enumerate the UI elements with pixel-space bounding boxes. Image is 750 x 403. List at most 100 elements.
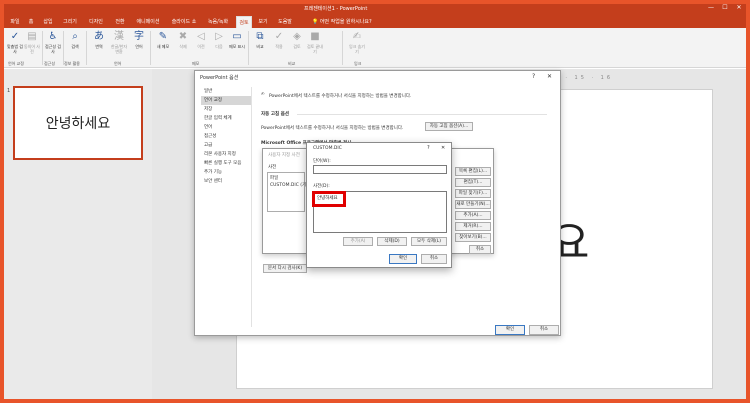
end-review-icon: ■ [310, 31, 320, 42]
nav-proofing[interactable]: 언어 교정 [201, 96, 251, 105]
nav-general[interactable]: 일반 [201, 87, 251, 96]
tab-design[interactable]: 디자인 [84, 16, 108, 28]
slide-thumbnail-pane: 1 안녕하세요 [4, 69, 152, 399]
delete-icon: ✖ [178, 31, 188, 42]
nav-trust-center[interactable]: 보안 센터 [201, 177, 251, 186]
nav-language[interactable]: 언어 [201, 123, 251, 132]
tab-record[interactable]: 녹음/녹화 [204, 16, 232, 28]
next-label: 다음 [215, 44, 223, 49]
list-item[interactable]: 파일 [270, 175, 278, 181]
maximize-button[interactable]: ☐ [718, 4, 732, 12]
close-button[interactable]: ✕ [732, 4, 746, 12]
reviewing-label: 검토 [293, 44, 301, 49]
tab-home[interactable]: 홈 [25, 16, 37, 28]
options-cancel-button[interactable]: 취소 [529, 325, 559, 335]
close-dialog-button[interactable]: ✕ [441, 145, 445, 151]
help-button[interactable]: ? [532, 73, 535, 80]
tab-review[interactable]: 검토 [236, 16, 252, 28]
dic-ok-button[interactable]: 확인 [389, 254, 417, 264]
dictionary-list[interactable]: 파일 CUSTOM.DIC (기본값) [267, 172, 316, 212]
slide-thumbnail[interactable]: 안녕하세요 [13, 86, 143, 160]
translate-icon: あ [94, 31, 104, 42]
recheck-document-button[interactable]: 문서 다시 검사(K) [263, 264, 307, 273]
tab-draw[interactable]: 그리기 [60, 16, 80, 28]
accept-label: 적용 [275, 44, 283, 49]
edit-word-list-button[interactable]: 목록 편집(L)... [455, 167, 491, 176]
browse-button[interactable]: 찾아보기(B)... [455, 233, 491, 242]
nav-advanced[interactable]: 고급 [201, 141, 251, 150]
compare-button[interactable]: ⧉ 비교 [251, 31, 269, 59]
minimize-button[interactable]: — [704, 4, 718, 12]
reviewing-pane-button[interactable]: ◈ 검토 [288, 31, 306, 59]
autocorrect-description: PowerPoint에서 텍스트를 수정하거나 서식을 지정하는 방법을 변경합… [261, 126, 404, 131]
ribbon-tabs: 파일 홈 삽입 그리기 디자인 전환 애니메이션 슬라이드 쇼 녹음/녹화 검토… [4, 12, 746, 28]
tab-slideshow[interactable]: 슬라이드 쇼 [168, 16, 200, 28]
spelling-label: 맞춤법 검사 [7, 44, 23, 54]
previous-label: 이전 [197, 44, 205, 49]
hide-ink-label: 잉크 숨기기 [349, 44, 365, 54]
tab-view[interactable]: 보기 [256, 16, 270, 28]
add-dictionary-button[interactable]: 추가(A)... [455, 211, 491, 220]
nav-quick-access[interactable]: 빠른 실행 도구 모음 [201, 159, 251, 168]
lightbulb-icon: 💡 [312, 19, 320, 25]
nav-korean-input[interactable]: 한글 입력 체계 [201, 114, 251, 123]
slide-number: 1 [7, 88, 11, 94]
accessibility-button[interactable]: ♿ 접근성 검사 [44, 31, 62, 59]
remove-dictionary-button[interactable]: 제거(R)... [455, 222, 491, 231]
custom-dict-cancel-button[interactable]: 취소 [469, 245, 491, 254]
hangul-hanja-button[interactable]: 漢 한글/한자 변환 [110, 31, 128, 59]
autocorrect-options-button[interactable]: 자동 고침 옵션(A)... [425, 122, 473, 131]
find-file-button[interactable]: 파일 찾기(F)... [455, 189, 491, 198]
language-icon: 字 [134, 31, 144, 42]
new-comment-button[interactable]: ✎ 새 메모 [154, 31, 172, 59]
nav-save[interactable]: 저장 [201, 105, 251, 114]
end-review-button[interactable]: ■ 검토 끝내기 [306, 31, 324, 59]
group-separator [63, 31, 64, 65]
accessibility-label: 접근성 검사 [45, 44, 61, 54]
compare-icon: ⧉ [256, 31, 264, 42]
add-word-button[interactable]: 추가(A) [343, 237, 373, 246]
search-button[interactable]: ⌕ 검색 [66, 31, 84, 59]
highlighted-dictionary-entry[interactable]: 안녕하세요 [312, 191, 346, 207]
accessibility-icon: ♿ [48, 31, 58, 42]
hide-ink-button[interactable]: ✍ 잉크 숨기기 [348, 31, 366, 59]
group-separator [342, 31, 343, 65]
show-comments-button[interactable]: ▭ 메모 표시 [228, 31, 246, 59]
word-input[interactable] [313, 165, 447, 174]
tell-me-search[interactable]: 💡 어떤 작업을 원하시나요? [312, 16, 372, 28]
options-nav: 일반 언어 교정 저장 한글 입력 체계 언어 접근성 고급 리본 사용자 지정… [201, 87, 252, 327]
delete-all-button[interactable]: 모두 삭제(L) [411, 237, 447, 246]
spelling-button[interactable]: ✓ 맞춤법 검사 [6, 31, 24, 59]
search-icon: ⌕ [72, 31, 78, 42]
tab-transitions[interactable]: 전환 [112, 16, 128, 28]
previous-comment-button[interactable]: ◁ 이전 [192, 31, 210, 59]
tell-me-text: 어떤 작업을 원하시나요? [319, 19, 372, 25]
delete-comment-button[interactable]: ✖ 삭제 [174, 31, 192, 59]
change-default-button[interactable]: 편집(T)... [455, 178, 491, 187]
help-button[interactable]: ? [427, 145, 430, 151]
nav-customize-ribbon[interactable]: 리본 사용자 지정 [201, 150, 251, 159]
options-ok-button[interactable]: 확인 [495, 325, 525, 335]
close-dialog-button[interactable]: ✕ [547, 73, 552, 80]
custom-dic-title: CUSTOM.DIC [313, 146, 342, 151]
nav-accessibility[interactable]: 접근성 [201, 132, 251, 141]
translate-button[interactable]: あ 번역 [90, 31, 108, 59]
translate-label: 번역 [95, 44, 103, 49]
tab-insert[interactable]: 삽입 [40, 16, 56, 28]
nav-add-ins[interactable]: 추가 기능 [201, 168, 251, 177]
next-comment-button[interactable]: ▷ 다음 [210, 31, 228, 59]
proofing-description: PowerPoint에서 텍스트를 수정하거나 서식을 지정하는 방법을 변경합… [269, 94, 412, 99]
previous-icon: ◁ [197, 31, 205, 42]
tab-help[interactable]: 도움말 [274, 16, 296, 28]
delete-word-button[interactable]: 삭제(D) [377, 237, 407, 246]
tab-file[interactable]: 파일 [7, 16, 23, 28]
new-dictionary-button[interactable]: 새로 만들기(N)... [455, 200, 491, 209]
language-button[interactable]: 字 언어 [130, 31, 148, 59]
tab-animations[interactable]: 애니메이션 [132, 16, 164, 28]
dic-cancel-button[interactable]: 취소 [421, 254, 447, 264]
dictionary-entry-word: 안녕하세요 [317, 196, 338, 201]
group-separator [248, 31, 249, 65]
thesaurus-button[interactable]: ▤ 동의어 사전 [23, 31, 41, 59]
ribbon-review: ✓ 맞춤법 검사 ▤ 동의어 사전 ♿ 접근성 검사 ⌕ 검색 あ 번역 漢 한글/한자 변… [4, 28, 746, 68]
accept-button[interactable]: ✓ 적용 [270, 31, 288, 59]
